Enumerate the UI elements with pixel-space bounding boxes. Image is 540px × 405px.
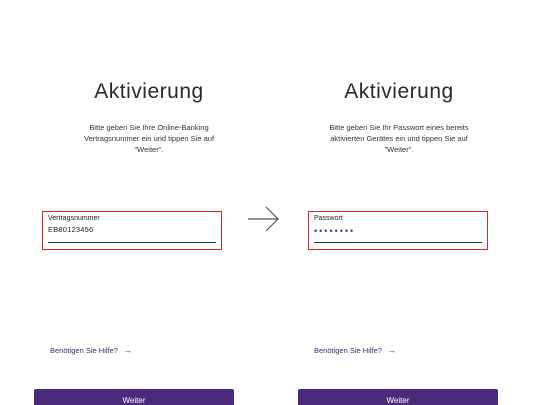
field-label: Passwort — [314, 215, 343, 222]
activation-screen-contract: Aktivierung Bitte geben Sie Ihre Online-… — [34, 0, 264, 405]
activation-comparison: Aktivierung Bitte geben Sie Ihre Online-… — [0, 0, 540, 405]
arrow-right-icon: → — [386, 345, 396, 355]
instruction-text: Bitte geben Sie Ihr Passwort eines berei… — [284, 122, 514, 155]
password-input[interactable]: •••••••• — [314, 226, 355, 236]
continue-button[interactable]: Weiter — [298, 389, 498, 405]
instruction-line: aktivierten Gerätes ein und tippen Sie a… — [330, 134, 468, 143]
input-underline — [314, 242, 482, 243]
arrow-right-icon: → — [122, 345, 132, 355]
continue-button[interactable]: Weiter — [34, 389, 234, 405]
instruction-text: Bitte geben Sie Ihre Online-Banking Vert… — [34, 122, 264, 155]
help-link-label: Benötigen Sie Hilfe? — [50, 346, 118, 355]
input-underline — [48, 242, 216, 243]
instruction-line: Vertragsnummer ein und tippen Sie auf — [83, 134, 215, 143]
page-title: Aktivierung — [344, 80, 454, 103]
password-field[interactable]: Passwort •••••••• — [308, 211, 488, 250]
help-link-label: Benötigen Sie Hilfe? — [314, 346, 382, 355]
page-title: Aktivierung — [94, 80, 204, 103]
instruction-line: "Weiter". — [134, 145, 164, 154]
contract-number-field[interactable]: Vertragsnummer EB80123456 — [42, 211, 222, 250]
arrow-right-icon — [246, 204, 282, 234]
field-label: Vertragsnummer — [48, 215, 100, 222]
help-link[interactable]: Benötigen Sie Hilfe? → — [314, 345, 396, 355]
instruction-line: Bitte geben Sie Ihr Passwort eines berei… — [329, 123, 469, 132]
contract-number-input[interactable]: EB80123456 — [48, 225, 93, 234]
instruction-line: Bitte geben Sie Ihre Online-Banking — [89, 123, 209, 132]
help-link[interactable]: Benötigen Sie Hilfe? → — [50, 345, 132, 355]
activation-screen-password: Aktivierung Bitte geben Sie Ihr Passwort… — [284, 0, 514, 405]
instruction-line: "Weiter". — [384, 145, 414, 154]
